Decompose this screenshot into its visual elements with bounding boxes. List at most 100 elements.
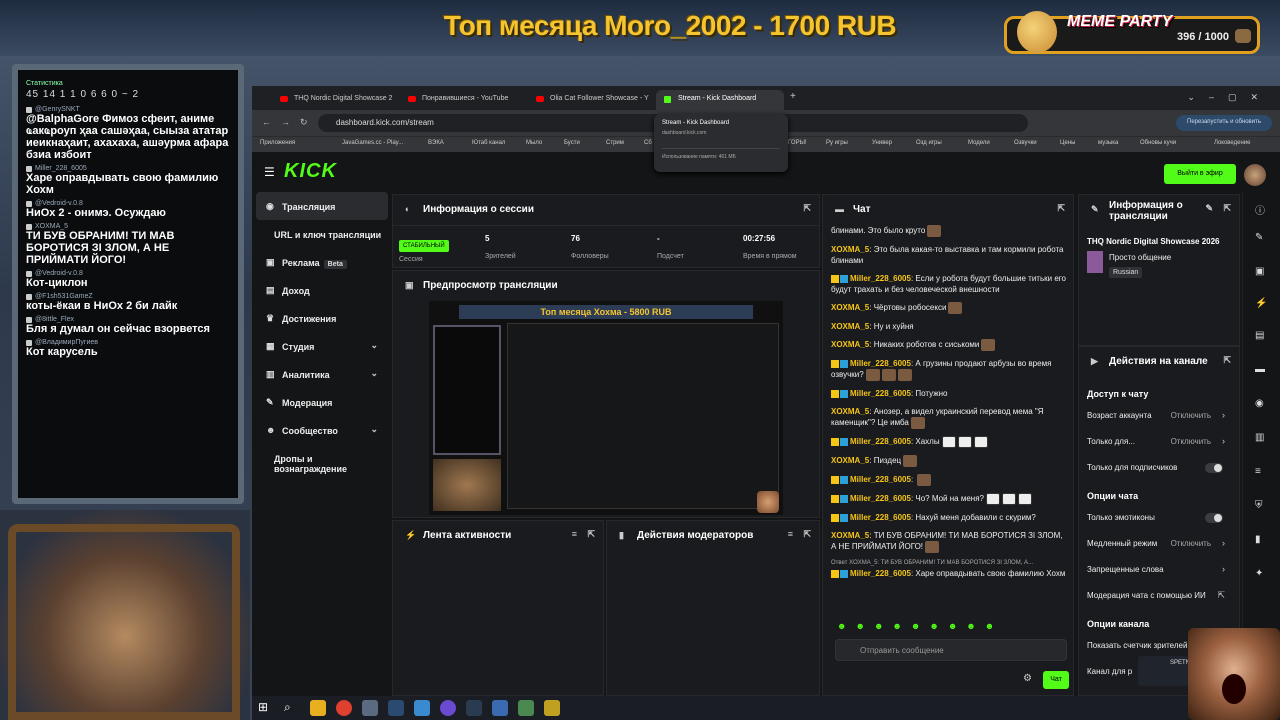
hamburger-menu-icon[interactable]: ☰ [264, 165, 275, 179]
nav-arrows-icon[interactable]: ←→↻ [262, 117, 318, 128]
nav-ads[interactable]: ▣ Реклама Beta [256, 248, 388, 276]
list-icon[interactable]: ≡ [1255, 466, 1261, 477]
info-icon[interactable]: ⓘ [1255, 202, 1265, 217]
bookmark[interactable]: Сб [644, 140, 652, 146]
bookmark[interactable]: Ру игры [826, 140, 848, 146]
beta-badge: Beta [323, 260, 347, 269]
overlay-chat-user: @ВладимирПугиев [35, 339, 98, 346]
tab-liked[interactable]: Понравившиеся - YouTube [400, 90, 528, 110]
bookmark[interactable]: Модели [968, 140, 990, 146]
windows-start-icon[interactable]: ⊞ [258, 700, 274, 716]
nav-stream[interactable]: ◉ Трансляция [256, 192, 388, 220]
bookmark[interactable]: JavaGames.cc - Play... [342, 140, 403, 146]
discord-icon[interactable] [440, 700, 456, 716]
expand-icon[interactable]: ⇱ [1223, 355, 1231, 366]
tab-olia[interactable]: Olia Cat Follower Showcase - Y [528, 90, 656, 110]
overlay-chat-user: XOXMA_5 [35, 223, 69, 230]
bolt-icon[interactable]: ⚡ [1255, 298, 1267, 309]
bookmark[interactable]: ГОРЫ! [788, 140, 807, 146]
stats-title: Статистика [26, 80, 63, 87]
bookmark[interactable]: Озвучки [1014, 140, 1037, 146]
slow-mode-row[interactable]: Медленный режим Отключить › [1087, 531, 1231, 557]
bookmark[interactable]: Мыло [526, 140, 542, 146]
note-icon[interactable]: ▤ [1255, 330, 1264, 341]
bookmark[interactable]: Цены [1060, 140, 1075, 146]
overlay-chat-user: @Vedroid-v.0.8 [35, 200, 83, 207]
bookmark[interactable]: Обновы кучи [1140, 140, 1176, 146]
reply-preview: Ответ XOXMA_5: ТИ БУВ ОБРАНИМ! ТИ МАВ БО… [831, 560, 1034, 566]
gear-icon[interactable]: ⚙ [1023, 673, 1032, 684]
edit-icon[interactable]: ✎ [1205, 203, 1213, 214]
only-for-row[interactable]: Только для... Отключить › [1087, 429, 1231, 455]
scan-icon[interactable]: ▣ [1255, 266, 1264, 277]
expand-icon[interactable]: ⇱ [803, 529, 811, 540]
filter-icon[interactable]: ≡ [572, 529, 577, 539]
star-icon[interactable]: ✦ [1255, 568, 1263, 579]
app-icon[interactable] [544, 700, 560, 716]
go-live-button[interactable]: Выйти в эфир [1164, 164, 1236, 184]
top-donor-banner: Топ месяца Moro_2002 - 1700 RUB [443, 10, 897, 41]
chat-input[interactable]: Отправить сообщение [835, 639, 1067, 661]
filter-icon[interactable]: ≡ [788, 529, 793, 539]
pencil-icon[interactable]: ✎ [1255, 232, 1263, 243]
message-icon[interactable]: ▬ [1255, 364, 1265, 375]
emote-bar[interactable]: ☻☻☻☻☻☻☻☻☻ [837, 621, 1003, 631]
avatar[interactable] [1244, 164, 1266, 186]
relaunch-button[interactable]: Перезапустить и обновить [1176, 115, 1272, 131]
broadcast-icon[interactable]: ◉ [1255, 398, 1264, 409]
banned-words-row[interactable]: Запрещенные слова › [1087, 557, 1231, 583]
nav-moderation[interactable]: ✎ Модерация [256, 388, 388, 416]
status-badge: СТАБИЛЬНЫЙ [399, 240, 449, 252]
account-age-row[interactable]: Возраст аккаунта Отключить › [1087, 403, 1231, 429]
new-tab-icon[interactable]: + [790, 91, 796, 102]
nav-url-key[interactable]: URL и ключ трансляции [256, 220, 388, 248]
trash-icon[interactable]: ▮ [1255, 534, 1261, 545]
nav-analytics[interactable]: ▥ Аналитика ⌄ [256, 360, 388, 388]
bookmark[interactable]: музыка [1098, 140, 1118, 146]
chat-message: Miller_228_6005: Хахлы [831, 436, 1069, 448]
subs-only-toggle[interactable] [1205, 463, 1223, 473]
stream-preview[interactable]: Топ месяца Хохма - 5800 RUB [429, 301, 783, 515]
expand-icon[interactable]: ⇱ [803, 203, 811, 214]
nav-studio[interactable]: ▦ Студия ⌄ [256, 332, 388, 360]
bookmark[interactable]: Приложения [260, 140, 295, 146]
emotes-only-row[interactable]: Только эмотиконы [1087, 505, 1231, 531]
kick-logo[interactable]: KICK [284, 160, 337, 183]
shield-icon[interactable]: ⛨ [1255, 500, 1263, 511]
expand-icon[interactable]: ⇱ [1057, 203, 1065, 214]
nav-community[interactable]: ☻ Сообщество ⌄ [256, 416, 388, 444]
search-icon[interactable]: ⌕ [284, 700, 300, 716]
bookmark[interactable]: Стрим [606, 140, 624, 146]
emotes-only-toggle[interactable] [1205, 513, 1223, 523]
subs-only-row[interactable]: Только для подписчиков [1087, 455, 1231, 481]
send-chat-button[interactable]: Чат [1043, 671, 1069, 689]
dashboard-sidebar: ◉ Трансляция URL и ключ трансляции ▣ Рекла… [256, 192, 388, 492]
nav-achievements[interactable]: ♛ Достижения [256, 304, 388, 332]
bookmark[interactable]: Бусти [564, 140, 580, 146]
bookmark[interactable]: ВЭКА [428, 140, 444, 146]
chat-message: Miller_228_6005: Харе оправдывать свою ф… [831, 568, 1069, 579]
expand-icon[interactable]: ⇱ [587, 529, 595, 540]
bookmark[interactable]: Ютаб канал [472, 140, 505, 146]
expand-icon[interactable]: ⇱ [1223, 203, 1231, 214]
nav-drops[interactable]: Дропы и вознаграждение [256, 444, 388, 474]
obs-icon[interactable] [466, 700, 482, 716]
window-controls[interactable]: ⌄–▢✕ [1187, 92, 1272, 103]
nav-income[interactable]: ▤ Доход [256, 276, 388, 304]
telegram-icon[interactable] [414, 700, 430, 716]
overlay-chat-user: @F1sh531GameZ [35, 293, 93, 300]
tab-kick-dashboard[interactable]: Stream - Kick Dashboard [656, 90, 784, 110]
tab-thq[interactable]: THQ Nordic Digital Showcase 2 [272, 90, 400, 110]
chrome-icon[interactable] [336, 700, 352, 716]
app-icon[interactable] [518, 700, 534, 716]
bookmark[interactable]: Озд игры [916, 140, 942, 146]
chat-message: XOXMA_5: Чёртовы робосекси [831, 302, 1069, 314]
app-icon[interactable] [362, 700, 378, 716]
editor-icon[interactable] [492, 700, 508, 716]
explorer-icon[interactable] [310, 700, 326, 716]
ai-mod-row[interactable]: Модерация чата с помощью ИИ ⇱ [1087, 583, 1231, 609]
stack-icon[interactable]: ▥ [1255, 432, 1264, 443]
bookmark[interactable]: Локоведение [1214, 140, 1250, 146]
steam-icon[interactable] [388, 700, 404, 716]
bookmark[interactable]: Универ [872, 140, 892, 146]
